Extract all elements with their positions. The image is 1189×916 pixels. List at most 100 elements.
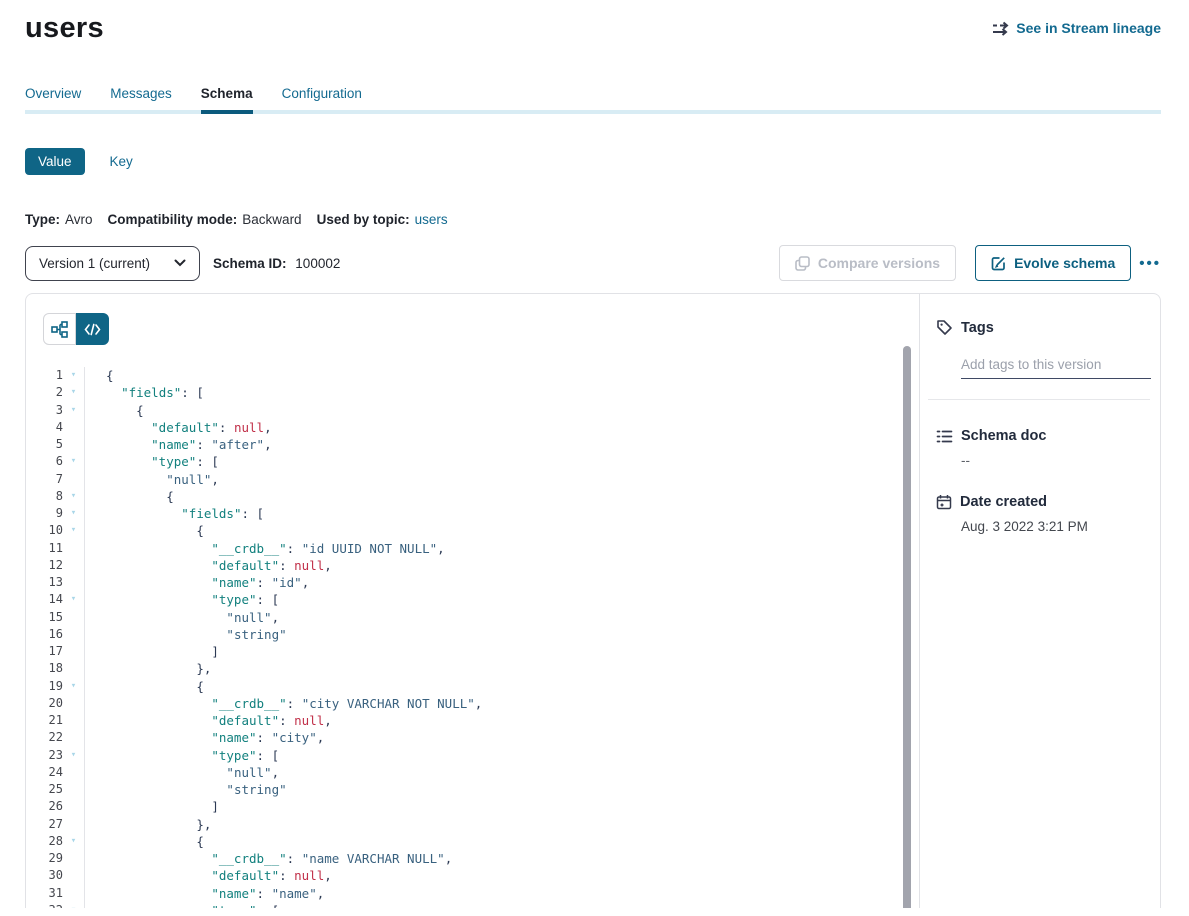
code-line: 20 "__crdb__": "city VARCHAR NOT NULL", — [26, 695, 919, 712]
code-text: "name": "id", — [84, 574, 309, 591]
code-line: 27 }, — [26, 816, 919, 833]
date-created-heading: Date created — [960, 494, 1047, 510]
fold-spacer — [63, 643, 84, 660]
code-text: "null", — [84, 764, 279, 781]
fold-spacer — [63, 729, 84, 746]
fold-spacer — [63, 712, 84, 729]
code-text: "type": [ — [84, 591, 279, 608]
type-value: Avro — [65, 212, 93, 227]
code-line: 21 "default": null, — [26, 712, 919, 729]
compatibility-label: Compatibility mode: — [108, 212, 238, 227]
line-number: 1 — [26, 367, 63, 384]
compare-versions-button[interactable]: Compare versions — [779, 245, 956, 281]
fold-spacer — [63, 764, 84, 781]
value-toggle-button[interactable]: Value — [25, 148, 85, 175]
code-line: 12 "default": null, — [26, 557, 919, 574]
fold-toggle-icon[interactable]: ▾ — [63, 833, 84, 850]
fold-spacer — [63, 471, 84, 488]
fold-spacer — [63, 781, 84, 798]
tab-configuration[interactable]: Configuration — [282, 86, 362, 114]
fold-spacer — [63, 626, 84, 643]
stream-lineage-link[interactable]: See in Stream lineage — [992, 20, 1161, 36]
more-menu-button[interactable]: ••• — [1139, 255, 1161, 272]
fold-spacer — [63, 574, 84, 591]
line-number: 15 — [26, 609, 63, 626]
code-text: "default": null, — [84, 419, 272, 436]
code-line: 24 "null", — [26, 764, 919, 781]
code-text: "default": null, — [84, 712, 332, 729]
line-number: 25 — [26, 781, 63, 798]
fold-toggle-icon[interactable]: ▾ — [63, 747, 84, 764]
line-number: 16 — [26, 626, 63, 643]
evolve-schema-label: Evolve schema — [1014, 255, 1115, 271]
line-number: 19 — [26, 678, 63, 695]
tree-view-button[interactable] — [43, 313, 76, 345]
code-text: "name": "after", — [84, 436, 272, 453]
tags-section: Tags — [936, 319, 1160, 400]
schema-doc-section: Schema doc -- — [936, 428, 1160, 468]
date-created-section: Date created Aug. 3 2022 3:21 PM — [936, 494, 1160, 534]
code-line: 6▾ "type": [ — [26, 453, 919, 470]
code-line: 3▾ { — [26, 402, 919, 419]
code-line: 14▾ "type": [ — [26, 591, 919, 608]
fold-toggle-icon[interactable]: ▾ — [63, 678, 84, 695]
schema-doc-heading: Schema doc — [961, 428, 1046, 444]
fold-spacer — [63, 695, 84, 712]
code-pane: 1▾{2▾ "fields": [3▾ {4 "default": null,5… — [26, 294, 919, 908]
sidebar-divider — [928, 399, 1150, 400]
fold-toggle-icon[interactable]: ▾ — [63, 591, 84, 608]
tags-heading: Tags — [961, 320, 994, 336]
code-line: 15 "null", — [26, 609, 919, 626]
line-number: 28 — [26, 833, 63, 850]
fold-toggle-icon[interactable]: ▾ — [63, 902, 84, 908]
fold-toggle-icon[interactable]: ▾ — [63, 488, 84, 505]
vertical-scrollbar[interactable] — [903, 346, 911, 908]
code-line: 22 "name": "city", — [26, 729, 919, 746]
fold-toggle-icon[interactable]: ▾ — [63, 522, 84, 539]
line-number: 3 — [26, 402, 63, 419]
code-line: 32▾ "type": [ — [26, 902, 919, 908]
fold-spacer — [63, 660, 84, 677]
page-title: users — [25, 12, 104, 45]
fold-toggle-icon[interactable]: ▾ — [63, 384, 84, 401]
topic-link[interactable]: users — [415, 212, 448, 227]
fold-spacer — [63, 850, 84, 867]
line-number: 10 — [26, 522, 63, 539]
key-toggle-button[interactable]: Key — [110, 154, 133, 169]
code-view-button[interactable] — [76, 313, 109, 345]
fold-spacer — [63, 419, 84, 436]
fold-toggle-icon[interactable]: ▾ — [63, 402, 84, 419]
line-number: 7 — [26, 471, 63, 488]
tab-schema[interactable]: Schema — [201, 86, 253, 114]
line-number: 18 — [26, 660, 63, 677]
view-toggle-group — [43, 313, 109, 345]
tab-overview[interactable]: Overview — [25, 86, 81, 114]
code-text: "string" — [84, 781, 287, 798]
tab-messages[interactable]: Messages — [110, 86, 172, 114]
code-line: 4 "default": null, — [26, 419, 919, 436]
fold-spacer — [63, 867, 84, 884]
code-text: "fields": [ — [84, 384, 204, 401]
code-text: "__crdb__": "name VARCHAR NULL", — [84, 850, 452, 867]
code-text: "type": [ — [84, 747, 279, 764]
tags-input[interactable] — [961, 355, 1151, 379]
line-number: 11 — [26, 540, 63, 557]
evolve-schema-button[interactable]: Evolve schema — [975, 245, 1131, 281]
fold-spacer — [63, 557, 84, 574]
code-text: }, — [84, 660, 211, 677]
schema-doc-heading-row: Schema doc — [936, 428, 1160, 444]
line-number: 21 — [26, 712, 63, 729]
line-number: 20 — [26, 695, 63, 712]
fold-toggle-icon[interactable]: ▾ — [63, 453, 84, 470]
fold-toggle-icon[interactable]: ▾ — [63, 367, 84, 384]
code-text: { — [84, 833, 204, 850]
calendar-plus-icon — [936, 494, 952, 510]
code-line: 7 "null", — [26, 471, 919, 488]
line-number: 26 — [26, 798, 63, 815]
version-select[interactable]: Version 1 (current) — [25, 246, 200, 281]
code-text: ] — [84, 798, 219, 815]
code-text: "type": [ — [84, 902, 279, 908]
fold-toggle-icon[interactable]: ▾ — [63, 505, 84, 522]
list-icon — [936, 429, 953, 444]
code-line: 16 "string" — [26, 626, 919, 643]
